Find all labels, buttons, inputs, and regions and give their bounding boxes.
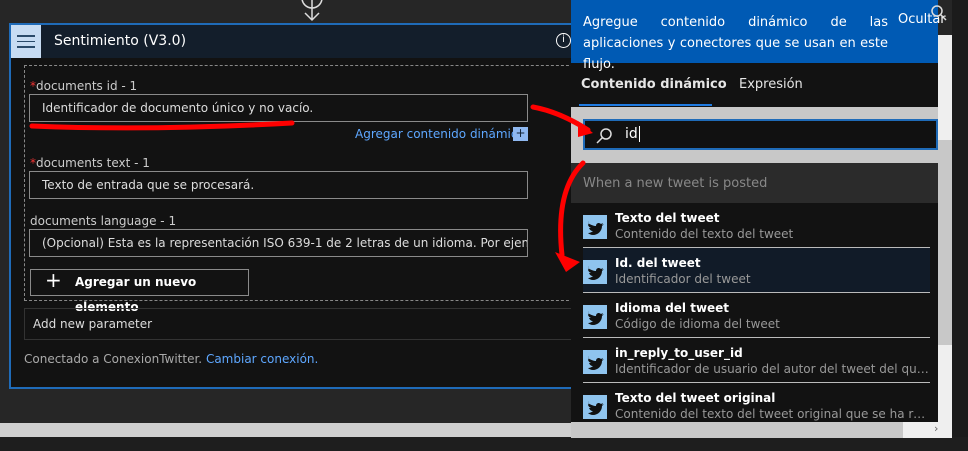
bottom-bar [0, 437, 968, 451]
twitter-icon [583, 260, 607, 284]
documents-text-input[interactable]: Texto de entrada que se procesará. [29, 171, 528, 199]
label-text: documents id - 1 [36, 79, 138, 93]
twitter-icon [583, 305, 607, 329]
item-title: Texto del tweet [615, 211, 720, 225]
item-title: Id. del tweet [615, 256, 701, 270]
twitter-icon [583, 215, 607, 239]
search-area: id [571, 107, 938, 163]
item-subtitle: Código de idioma del tweet [615, 317, 780, 331]
documents-language-label: documents language - 1 [30, 214, 177, 228]
dynamic-content-item[interactable]: Idioma del tweet Código de idioma del twe… [583, 293, 930, 338]
page-scrollbar[interactable] [952, 0, 968, 437]
text-cursor [638, 126, 640, 142]
panel-header: Agregue contenido dinámico de las aplica… [571, 0, 938, 72]
scroll-right-icon[interactable]: › [934, 422, 938, 435]
add-new-parameter-dropdown[interactable]: Add new parameter [24, 308, 584, 340]
panel-hscroll-thumb[interactable] [571, 422, 903, 438]
twitter-icon [583, 350, 607, 374]
card-header[interactable]: Sentimiento (V3.0) i [11, 25, 587, 58]
item-subtitle: Contenido del texto del tweet [615, 227, 794, 241]
add-new-item-button[interactable]: + Agregar un nuevo elemento [30, 268, 249, 314]
panel-scrollbar-thumb[interactable] [938, 140, 952, 345]
item-subtitle: Identificador del tweet [615, 272, 751, 286]
sentiment-action-card: Sentimiento (V3.0) i *documents id - 1 I… [9, 23, 589, 389]
label-text: documents text - 1 [36, 156, 150, 170]
twitter-icon [583, 395, 607, 419]
dynamic-content-panel: Agregue contenido dinámico de las aplica… [571, 0, 946, 428]
documents-text-label: *documents text - 1 [30, 156, 150, 170]
documents-id-input[interactable]: Identificador de documento único y no va… [29, 94, 528, 122]
item-title: Idioma del tweet [615, 301, 730, 315]
plus-icon: + [45, 268, 62, 292]
tab-expression[interactable]: Expresión [739, 77, 803, 92]
search-icon [596, 128, 612, 144]
info-icon[interactable]: i [556, 33, 571, 48]
canvas-horizontal-scrollbar[interactable] [0, 423, 571, 437]
panel-header-text: Agregue contenido dinámico de las aplica… [583, 15, 888, 72]
add-dynamic-content-link[interactable]: Agregar contenido dinámico [355, 127, 525, 141]
dynamic-content-item[interactable]: Texto del tweet Contenido del texto del t… [583, 203, 930, 248]
hamburger-icon[interactable] [11, 25, 41, 58]
item-title: Texto del tweet original [615, 391, 776, 405]
search-value: id [625, 126, 638, 142]
search-input[interactable]: id [583, 119, 938, 150]
flow-connector-arrow-icon [301, 0, 323, 22]
card-title: Sentimiento (V3.0) [54, 33, 187, 49]
connection-info: Conectado a ConexionTwitter. Cambiar con… [24, 352, 318, 366]
documents-language-input[interactable]: (Opcional) Esta es la representación ISO… [29, 229, 528, 257]
tab-dynamic-content[interactable]: Contenido dinámico [581, 77, 727, 92]
group-header[interactable]: When a new tweet is posted [571, 163, 938, 203]
item-title: in_reply_to_user_id [615, 346, 743, 360]
change-connection-link[interactable]: Cambiar conexión. [206, 352, 318, 366]
item-subtitle: Identificador de usuario del autor del t… [615, 362, 930, 376]
documents-id-label: *documents id - 1 [30, 79, 137, 93]
item-subtitle: Contenido del texto del tweet original q… [615, 407, 930, 421]
search-icon[interactable] [929, 2, 949, 24]
connected-text: Conectado a ConexionTwitter. [24, 352, 203, 366]
add-dynamic-content-plus-button[interactable]: + [513, 127, 528, 141]
dynamic-content-item[interactable]: Id. del tweet Identificador del tweet [583, 248, 930, 293]
active-tab-indicator [579, 104, 712, 106]
dynamic-content-item[interactable]: in_reply_to_user_id Identificador de usua… [583, 338, 930, 383]
